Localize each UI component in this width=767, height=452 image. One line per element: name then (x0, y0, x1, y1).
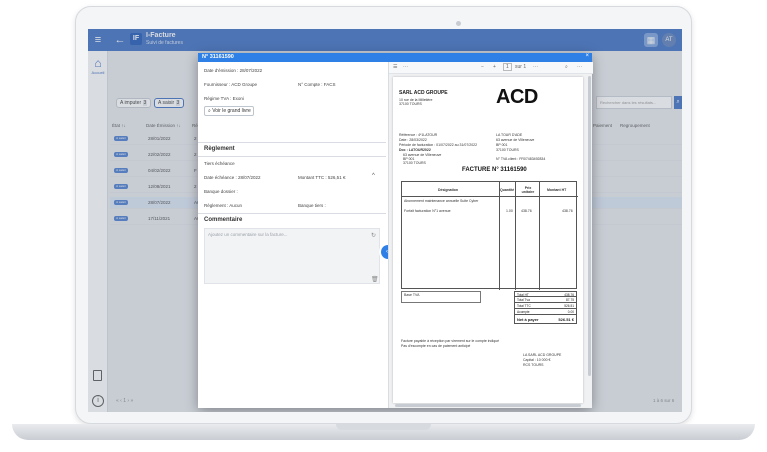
pdf-reference: Référence : 4*1LATOUR (399, 133, 438, 137)
line-amount: 438.76 (562, 209, 573, 213)
montant-ttc: Montant TTC : 526,51 € (298, 175, 346, 180)
trash-icon[interactable]: 🗑 (371, 276, 379, 283)
numero-compte: N° Compte : FACS (298, 82, 336, 87)
grand-livre-button[interactable]: ⌕ Voir le grand livre (204, 106, 254, 116)
camera-icon (456, 21, 461, 26)
line-description: Forfait facturation N°1 avenue (404, 209, 451, 213)
company-city: 37100 TOURS (399, 102, 422, 106)
date-emission: Date d'émission : 28/07/2022 (204, 68, 263, 73)
vat-label: Base TVA (404, 293, 420, 297)
side-note: LA SARL ACD GROUPE (523, 353, 562, 357)
divider (539, 182, 540, 290)
section-commentaire: Commentaire (204, 217, 243, 223)
horizontal-scrollbar[interactable] (395, 404, 581, 407)
banque-tiers: Banque tiers : (298, 203, 326, 208)
zoom-out-icon[interactable]: − (481, 64, 484, 70)
more-icon[interactable]: ··· (577, 64, 582, 70)
pdf-toolbar: ☰ ··· − + 1 sur 1 ··· ⌕ ··· (389, 62, 593, 74)
pdf-periode: Période de facturation : 01/07/2022 au 3… (399, 143, 478, 147)
divider (515, 182, 516, 290)
comment-field[interactable]: Ajoutez un commentaire sur la facture...… (204, 228, 380, 284)
pdf-date: Date : 28/03/2022 (399, 138, 427, 142)
regime-tva: Régime TVA : Exoni (204, 96, 244, 101)
totals-table: Total HT 438.76 Total Tva 87.75 Total TTC 5… (514, 291, 577, 324)
line-description: Abonnement maintenance annuelle Suite Cy… (404, 199, 479, 203)
th-prix: Prix unitaire (521, 186, 535, 194)
dest-address: 37100 TOURS (496, 148, 519, 152)
line-unit-price: 438.76 (521, 209, 532, 213)
details-panel: Date d'émission : 28/07/2022 Fournisseur… (198, 62, 386, 408)
company-name: SARL ACD GROUPE (399, 90, 448, 96)
tiers-echeance: Tiers échéance (204, 161, 235, 166)
modal-title: N° 31161590 (202, 54, 234, 60)
th-designation: Désignation (438, 188, 459, 192)
pdf-viewer: ☰ ··· − + 1 sur 1 ··· ⌕ ··· SARL ACD GRO… (388, 62, 593, 408)
attach-icon[interactable]: ↻ (371, 232, 376, 239)
dest-address: BP 001 (496, 143, 508, 147)
grand-livre-label: Voir le grand livre (212, 108, 251, 114)
more-icon[interactable]: ··· (533, 64, 538, 70)
page-input[interactable]: 1 (503, 63, 512, 71)
list-icon[interactable]: ☰ (393, 64, 397, 70)
dest-name: LA TOUR D'ADE (496, 133, 523, 137)
th-quantite: Quantité (500, 188, 515, 192)
divider (499, 182, 500, 290)
vat-table: Base TVA (401, 291, 481, 303)
comment-placeholder: Ajoutez un commentaire sur la facture... (208, 232, 288, 237)
divider (198, 142, 386, 143)
tva-number: N° TVA client : FR07483492834 (496, 157, 546, 161)
more-icon[interactable]: ··· (403, 64, 408, 70)
line-qty: 1.00 (506, 209, 513, 213)
th-montant: Montant HT (547, 188, 567, 192)
dest-address: 63 avenue de Villeneuve (496, 138, 535, 142)
search-icon[interactable]: ⌕ (565, 64, 568, 70)
screen: ≡ ← IF I-Facture Suivi de factures ▦ AT … (88, 29, 682, 412)
invoice-modal: N° 31161590 × Date d'émission : 28/07/20… (198, 53, 593, 408)
zoom-in-icon[interactable]: + (493, 64, 496, 70)
date-echeance: Date échéance : 28/07/2022 (204, 175, 261, 180)
side-note: RCS TOURS (523, 363, 544, 367)
scene: ≡ ← IF I-Facture Suivi de factures ▦ AT … (0, 0, 767, 452)
side-note: Capital : 10 000 € (523, 358, 551, 362)
net-a-payer: Net à payer 526.51 € (514, 315, 577, 324)
client-address: 37100 TOURS (403, 161, 426, 165)
invoice-lines-table: Désignation Quantité Prix unitaire Monta… (401, 181, 578, 290)
footer-note: Facture payable à réception par virement… (401, 339, 500, 343)
divider (198, 213, 386, 214)
modal-header: N° 31161590 × (198, 53, 592, 62)
banque-dossier: Banque dossier : (204, 189, 238, 194)
vertical-scrollbar[interactable] (588, 76, 591, 376)
chevron-up-icon[interactable]: ^ (372, 173, 375, 179)
reglement-type: Règlement : Aucun (204, 203, 243, 208)
acd-logo: ACD (496, 86, 538, 108)
invoice-title: FACTURE N° 31161590 (462, 167, 527, 173)
page-total: sur 1 (515, 64, 527, 70)
divider (198, 156, 386, 157)
footer-note: Pas d'escompte en cas de paiement antici… (401, 344, 471, 348)
laptop-notch (336, 424, 431, 430)
close-icon[interactable]: × (585, 53, 589, 59)
section-reglement: Règlement (204, 146, 235, 152)
fournisseur: Fournisseur : ACD Groupe (204, 82, 258, 87)
pdf-doc: Doc : LATOUR2022 (399, 148, 431, 152)
pdf-page: SARL ACD GROUPE 10 rue de la Milletière … (393, 77, 583, 403)
